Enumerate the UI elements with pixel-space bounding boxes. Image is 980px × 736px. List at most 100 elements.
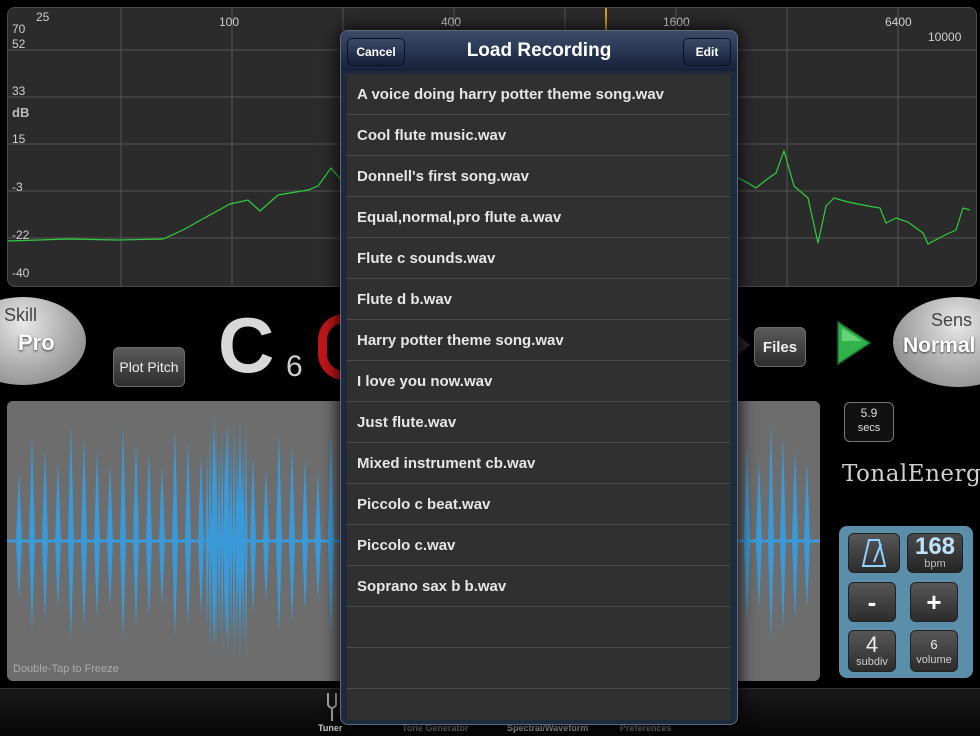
waveform-spike [107,462,113,609]
waveform-spike [220,426,224,656]
empty-list-row [347,689,730,724]
recording-list-item[interactable]: Donnell's first song.wav [347,156,730,197]
metronome-icon[interactable] [848,533,900,573]
load-recording-dialog: Cancel Load Recording Edit A voice doing… [340,30,738,725]
bpm-display[interactable]: 168 bpm [907,533,963,573]
y-tick-label: -3 [12,180,23,194]
waveform-spike [780,435,786,632]
y-tick-label: -22 [12,228,30,242]
waveform-spike [94,449,100,620]
freeze-hint: Double-Tap to Freeze [13,663,119,675]
subdiv-value: 4 [865,632,879,657]
x-tick-label: 100 [219,15,240,29]
y-tick-label: 15 [12,132,26,146]
record-time-display: 5.9 secs [844,402,894,442]
waveform-spike [768,422,774,643]
waveform-spike [756,459,762,611]
recording-list-item[interactable]: Harry potter theme song.wav [347,320,730,361]
sens-title: Sens [931,310,973,330]
skill-title: Skill [4,305,38,325]
metronome-panel: 168 bpm - + 4 subdiv 6 volume [839,526,973,678]
volume-label: volume [916,654,952,666]
waveform-spike [289,444,295,624]
skill-selector[interactable]: Skill Pro [0,297,86,385]
dialog-title: Load Recording [466,40,612,61]
bpm-decrease-button[interactable]: - [848,582,896,622]
y-tick-label: -40 [12,266,30,280]
bpm-value: 168 [914,533,956,560]
recording-list-item[interactable]: Piccolo c beat.wav [347,484,730,525]
recording-list-item[interactable]: Piccolo c.wav [347,525,730,566]
waveform-spike [42,447,48,621]
files-button[interactable]: Files [754,327,806,367]
bpm-increase-button[interactable]: + [910,582,958,622]
edit-button[interactable]: Edit [683,38,731,66]
note-letter: C [218,301,275,389]
waveform-spike [68,423,74,642]
subdiv-control[interactable]: 4 subdiv [848,630,896,672]
subdiv-label: subdiv [856,656,888,668]
recording-list: A voice doing harry potter theme song.wa… [347,74,730,720]
y-tick-label: 70 [12,22,26,36]
waveform-spike [315,470,321,602]
recording-list-item[interactable]: I love you now.wav [347,361,730,402]
files-arrow-icon [736,333,750,357]
empty-list-row [347,648,730,689]
recording-list-item[interactable]: Soprano sax b b.wav [347,566,730,607]
waveform-spike [159,464,165,607]
waveform-spike [263,468,269,604]
sensitivity-selector[interactable]: Sens Normal [893,297,980,387]
waveform-spike [792,448,798,621]
waveform-spike [328,433,334,633]
waveform-spike [250,455,256,615]
recording-list-item[interactable]: Mixed instrument cb.wav [347,443,730,484]
play-icon[interactable] [836,320,872,366]
waveform-spike [804,461,810,609]
waveform-spike [172,427,178,638]
waveform-spike [217,447,221,635]
waveform-spike [185,440,191,627]
note-octave: 6 [286,350,303,383]
empty-list-row [347,607,730,648]
recording-list-item[interactable]: Just flute.wav [347,402,730,443]
waveform-spike [120,425,126,640]
tab-tuner[interactable]: Tuner [318,723,342,733]
record-time-value: 5.9 [860,406,878,420]
waveform-spike [241,439,245,643]
recording-list-item[interactable]: Equal,normal,pro flute a.wav [347,197,730,238]
x-tick-label: 1600 [663,15,690,29]
plot-pitch-button[interactable]: Plot Pitch [113,347,185,387]
volume-value: 6 [930,637,938,652]
waveform-spike [238,420,242,662]
tuning-fork-icon [327,693,337,721]
sens-value: Normal [903,334,976,357]
waveform-spike [55,460,61,610]
waveform-spike [244,418,248,664]
dialog-header: Cancel Load Recording Edit [341,31,737,71]
waveform-spike [29,434,35,632]
waveform-spike [81,436,87,631]
brand-logo: TonalEnergy [842,461,980,487]
x-tick-label: 400 [441,15,462,29]
recording-list-item[interactable]: Flute c sounds.wav [347,238,730,279]
x-tick-label: 25 [36,10,50,24]
waveform-spike [232,422,236,660]
waveform-spike [16,471,22,601]
bpm-unit: bpm [924,558,946,570]
record-time-unit: secs [857,422,881,434]
waveform-spike [208,430,212,652]
recording-list-item[interactable]: Cool flute music.wav [347,115,730,156]
waveform-spike [302,457,308,613]
recording-list-item[interactable]: A voice doing harry potter theme song.wa… [347,74,730,115]
recording-list-item[interactable]: Flute d b.wav [347,279,730,320]
waveform-spike [133,438,139,629]
x-tick-label: 6400 [885,15,912,29]
waveform-spike [198,453,204,616]
volume-control[interactable]: 6 volume [910,630,958,672]
waveform-spike [205,451,209,631]
waveform-spike [235,441,239,641]
waveform-spike [276,431,282,635]
y-unit-label: dB [12,105,30,120]
waveform-spike [146,451,152,618]
waveform-spike [229,443,233,639]
